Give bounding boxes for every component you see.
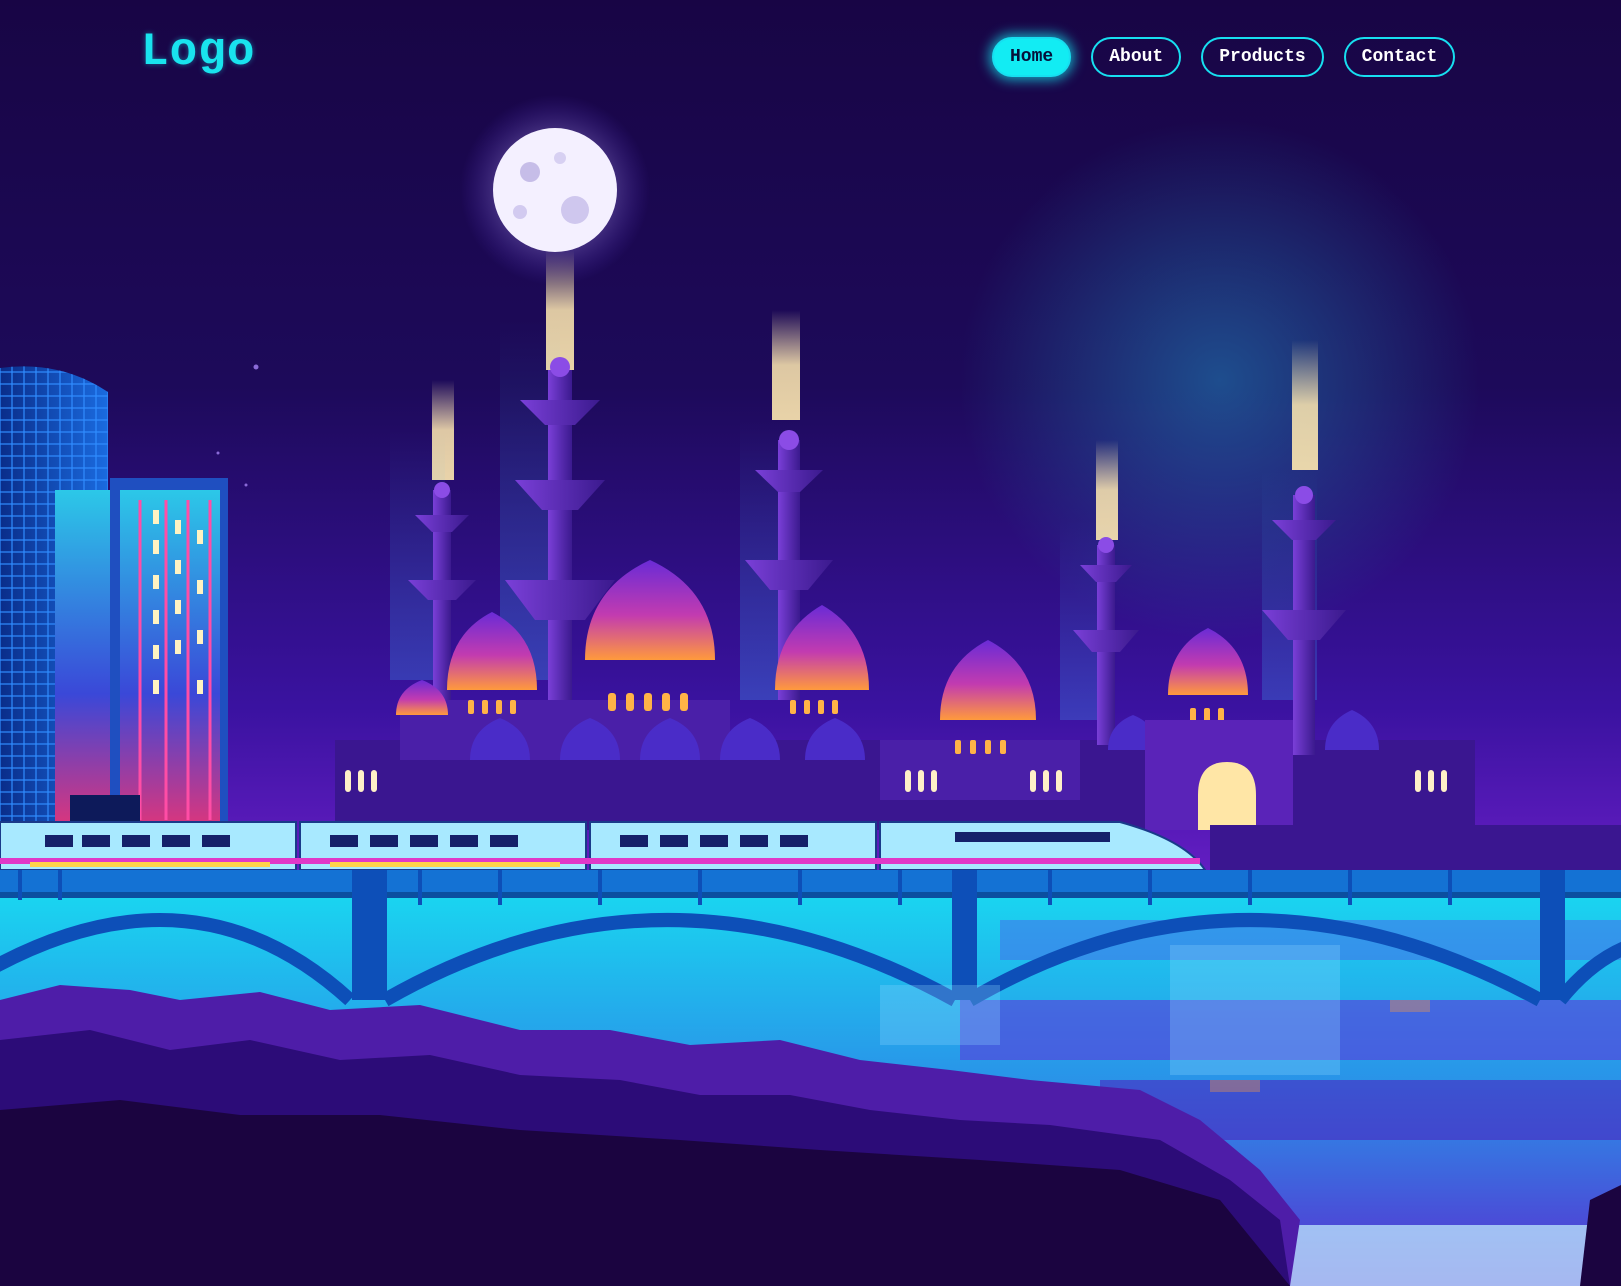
nav-link-products[interactable]: Products (1201, 37, 1324, 77)
navbar: Logo Home About Products Contact (0, 0, 1621, 115)
nav-link-home[interactable]: Home (992, 37, 1072, 77)
nav-menu: Home About Products Contact (992, 37, 1456, 77)
nav-link-contact[interactable]: Contact (1343, 37, 1456, 77)
nav-item-home: Home (992, 37, 1072, 77)
nav-item-contact: Contact (1343, 37, 1456, 77)
nav-item-about: About (1091, 37, 1182, 77)
logo[interactable]: Logo (141, 26, 255, 78)
nav-link-about[interactable]: About (1091, 37, 1182, 77)
hero-illustration (0, 0, 1621, 1286)
nav-item-products: Products (1201, 37, 1324, 77)
